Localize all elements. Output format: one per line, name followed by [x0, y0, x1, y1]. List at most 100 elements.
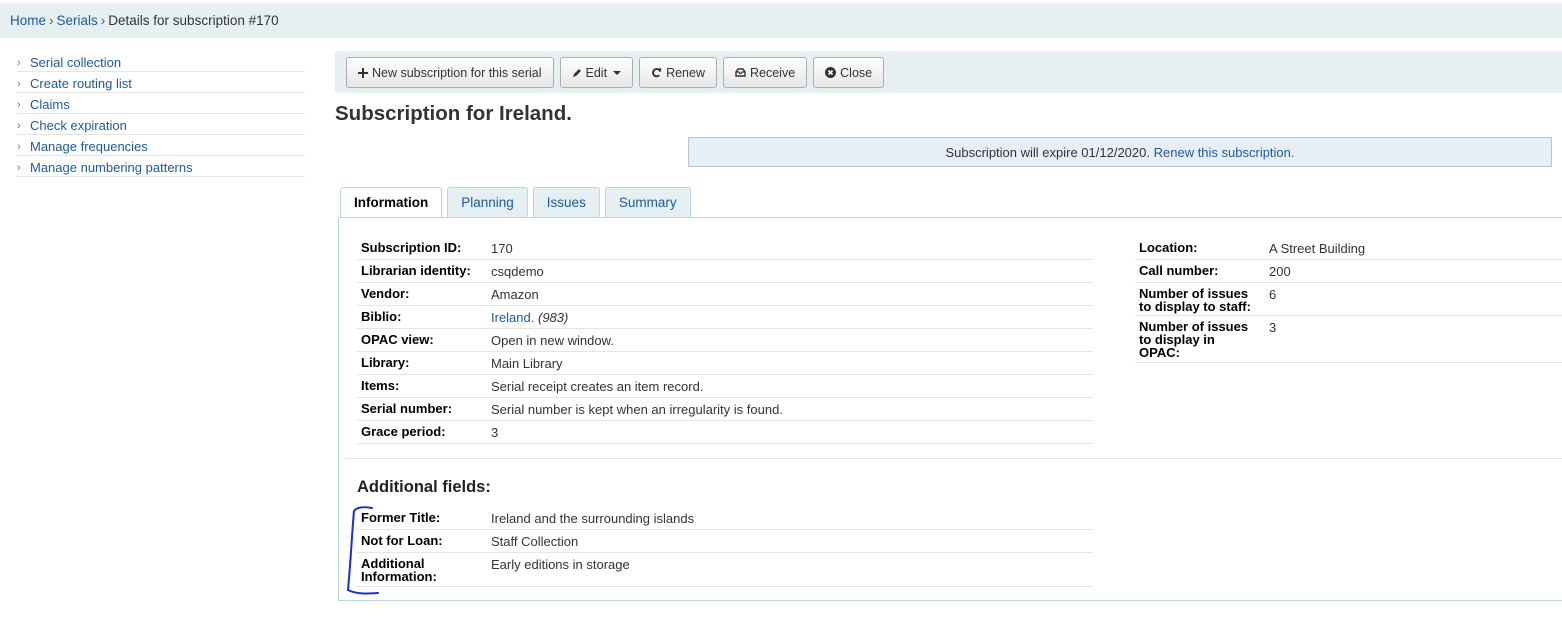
- info-label: Call number:: [1139, 263, 1219, 278]
- info-value: Staff Collection: [491, 534, 579, 549]
- info-label: Library:: [361, 355, 410, 370]
- info-label: Number of issues to display to staff:: [1139, 286, 1269, 313]
- close-circle-icon: [825, 67, 837, 78]
- info-label: Items:: [361, 378, 400, 393]
- info-row-items: Items: Serial receipt creates an item rec…: [357, 375, 1093, 398]
- bullet-icon: ›: [17, 77, 21, 90]
- section-divider: [345, 458, 1562, 459]
- info-row-opac: OPAC view: Open in new window.: [357, 329, 1093, 352]
- info-row-grace-period: Grace period: 3: [357, 421, 1093, 444]
- expiration-alert-text: Subscription will expire 01/12/2020.: [945, 145, 1150, 160]
- tab-summary[interactable]: Summary: [604, 187, 691, 217]
- close-button[interactable]: Close: [813, 57, 885, 88]
- sidebar-item-label[interactable]: Serial collection: [30, 55, 121, 70]
- info-label: Biblio:: [361, 309, 402, 324]
- receive-label: Receive: [749, 65, 796, 80]
- bullet-icon: ›: [17, 161, 21, 174]
- sidebar-item-check-expiration[interactable]: › Check expiration: [17, 114, 305, 135]
- info-row-opac-issues: Number of issues to display in OPAC: 3: [1135, 316, 1562, 363]
- toolbar: New subscription for this serial Edit Re…: [335, 51, 1562, 93]
- info-value: 200: [1269, 264, 1291, 279]
- info-label: Number of issues to display in OPAC:: [1139, 319, 1269, 360]
- info-row-subscription-id: Subscription ID: 170: [357, 237, 1093, 260]
- bullet-icon: ›: [17, 119, 21, 132]
- info-label: Librarian identity:: [361, 263, 471, 278]
- breadcrumb-separator: ›: [100, 13, 106, 28]
- tab-bar: Information Planning Issues Summary: [340, 187, 691, 218]
- sidebar-item-label[interactable]: Check expiration: [30, 118, 127, 133]
- info-row-librarian: Librarian identity: csqdemo: [357, 260, 1093, 283]
- info-value: A Street Building: [1269, 241, 1366, 256]
- vendor-link[interactable]: Amazon: [491, 286, 539, 303]
- info-label: Subscription ID:: [361, 240, 462, 255]
- close-label: Close: [840, 65, 873, 80]
- inbox-icon: [735, 68, 746, 77]
- info-value: Main Library: [491, 356, 563, 371]
- breadcrumb-serials-link[interactable]: Serials: [57, 13, 98, 28]
- edit-label: Edit: [585, 65, 608, 80]
- sidebar-item-claims[interactable]: › Claims: [17, 93, 305, 114]
- additional-fields-list: Former Title: Ireland and the surrounding…: [357, 507, 1093, 587]
- bullet-icon: ›: [17, 98, 21, 111]
- sidebar-item-label[interactable]: Claims: [30, 97, 70, 112]
- biblio-link[interactable]: Ireland.: [491, 310, 534, 325]
- info-value: Serial number is kept when an irregulari…: [491, 402, 783, 417]
- info-label: Grace period:: [361, 424, 446, 439]
- receive-button[interactable]: Receive: [722, 57, 808, 88]
- plus-icon: [358, 67, 368, 78]
- new-subscription-label: New subscription for this serial: [372, 65, 542, 80]
- sidebar-item-serial-collection[interactable]: › Serial collection: [17, 51, 305, 72]
- info-label: Vendor:: [361, 286, 410, 301]
- info-row-biblio: Biblio: Ireland. (983): [357, 306, 1093, 329]
- renew-subscription-link[interactable]: Renew this subscription.: [1154, 145, 1295, 160]
- breadcrumb-current: Details for subscription #170: [108, 13, 279, 28]
- new-subscription-button[interactable]: New subscription for this serial: [346, 57, 554, 88]
- sidebar-item-label[interactable]: Manage frequencies: [30, 139, 148, 154]
- renew-button[interactable]: Renew: [639, 57, 717, 88]
- page-title: Subscription for Ireland.: [335, 102, 572, 125]
- tab-planning[interactable]: Planning: [447, 187, 528, 217]
- subscription-info-right: Location: A Street Building Call number: 2…: [1135, 237, 1562, 363]
- info-row-call-number: Call number: 200: [1135, 260, 1562, 283]
- info-row-serial-number: Serial number: Serial number is kept when…: [357, 398, 1093, 421]
- tab-issues[interactable]: Issues: [532, 187, 600, 217]
- pencil-icon: [572, 68, 582, 78]
- sidebar-item-manage-numbering-patterns[interactable]: › Manage numbering patterns: [17, 156, 305, 177]
- additional-row-additional-information: Additional Information: Early editions in …: [357, 553, 1093, 587]
- bullet-icon: ›: [17, 56, 21, 69]
- info-value: 6: [1269, 287, 1277, 302]
- opac-view-link[interactable]: Open in new window.: [491, 332, 614, 349]
- info-label: OPAC view:: [361, 332, 434, 347]
- info-value: 3: [1269, 320, 1277, 335]
- info-label-line: OPAC:: [1139, 345, 1180, 360]
- renew-label: Renew: [666, 65, 705, 80]
- additional-row-not-for-loan: Not for Loan: Staff Collection: [357, 530, 1093, 553]
- sidebar-item-label[interactable]: Create routing list: [30, 76, 132, 91]
- breadcrumb: Home › Serials › Details for subscription #1…: [0, 3, 1562, 38]
- info-value: Serial receipt creates an item record.: [491, 379, 704, 394]
- info-row-staff-issues: Number of issues to display to staff: 6: [1135, 283, 1562, 316]
- info-value: 170: [491, 241, 513, 256]
- info-value: Ireland and the surrounding islands: [491, 511, 695, 526]
- info-row-location: Location: A Street Building: [1135, 237, 1562, 260]
- breadcrumb-separator: ›: [49, 13, 54, 28]
- info-row-library: Library: Main Library: [357, 352, 1093, 375]
- sidebar-item-manage-frequencies[interactable]: › Manage frequencies: [17, 135, 305, 156]
- breadcrumb-home-link[interactable]: Home: [10, 13, 46, 28]
- caret-down-icon: [613, 70, 622, 75]
- additional-row-former-title: Former Title: Ireland and the surrounding…: [357, 507, 1093, 530]
- subscription-info-list: Subscription ID: 170 Librarian identity: c…: [357, 237, 1093, 444]
- sidebar-item-create-routing-list[interactable]: › Create routing list: [17, 72, 305, 93]
- info-value: 3: [491, 425, 499, 440]
- info-row-vendor: Vendor: Amazon: [357, 283, 1093, 306]
- additional-fields-heading: Additional fields:: [357, 478, 491, 496]
- info-label: Serial number:: [361, 401, 453, 416]
- tab-information[interactable]: Information: [340, 187, 443, 218]
- refresh-icon: [651, 67, 662, 78]
- sidebar-item-label[interactable]: Manage numbering patterns: [30, 160, 193, 175]
- info-label-line: to display to staff:: [1139, 299, 1251, 314]
- sidebar-menu: › Serial collection › Create routing list …: [17, 51, 305, 177]
- info-label: Location:: [1139, 240, 1198, 255]
- edit-dropdown-button[interactable]: Edit: [559, 57, 634, 88]
- info-value: csqdemo: [491, 264, 544, 279]
